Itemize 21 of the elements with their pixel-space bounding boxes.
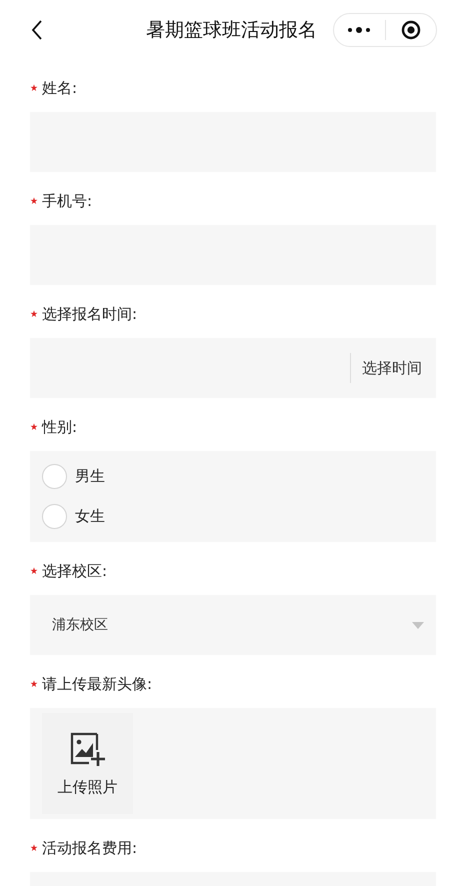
radio-icon[interactable] [42,464,67,489]
field-label: 选择报名时间: [42,304,138,324]
field-label: 活动报名费用: [42,838,138,858]
campus-dropdown[interactable]: 浦东校区 [30,595,436,655]
select-time-button[interactable]: 选择时间 [350,353,436,383]
field-label: 请上传最新头像: [42,674,152,694]
field-label: 选择校区: [42,562,108,580]
radio-option[interactable]: 女生 [42,496,105,536]
radio-icon[interactable] [42,504,67,529]
back-icon[interactable] [30,18,44,40]
close-icon[interactable] [400,20,421,40]
dropdown-caret-icon [412,622,424,628]
more-icon[interactable] [347,26,372,34]
upload-photo-button[interactable]: 上传照片 [42,713,133,814]
page-title: 暑期篮球班活动报名 [145,18,317,42]
input-field[interactable]: 选择时间 [30,338,436,398]
add-image-icon [68,730,106,768]
radio-option[interactable]: 男生 [42,456,105,496]
field-label: 性别: [42,418,78,436]
field-label: 手机号: [42,192,92,210]
field-label: 姓名: [42,78,78,98]
